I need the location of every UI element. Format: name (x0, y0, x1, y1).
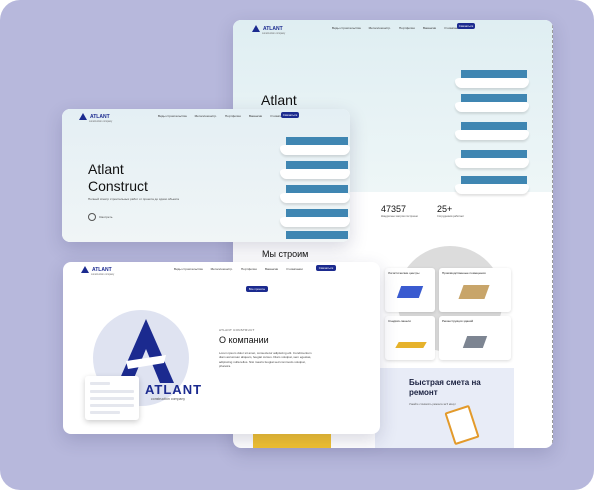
stat-label: Квадратных метров построено (381, 215, 418, 218)
brand-subtitle: construction company (151, 397, 186, 401)
stat-number: 47357 (381, 204, 407, 214)
about-paragraph: Lorem ipsum dolor sit amet, consectetur … (219, 351, 312, 369)
accent-strip (253, 432, 331, 448)
form-mockup (85, 376, 139, 420)
service-label: Сэндвич-панели (388, 319, 411, 323)
front-nav: Виды строительства Металлоконстр. Портфо… (158, 114, 287, 118)
stat-number: 25+ (437, 204, 453, 214)
nav-item[interactable]: Вакансии (249, 114, 262, 118)
factory-icon (458, 285, 490, 299)
logo-mark-icon (81, 266, 89, 273)
front-title: Atlant Construct (88, 161, 168, 195)
service-label: Производственные помещения (442, 271, 486, 275)
back-nav: Виды строительства Металлоконстр. Портфо… (332, 26, 461, 30)
contact-button[interactable]: Связаться (281, 112, 299, 118)
logo-text: ATLANT (263, 25, 283, 32)
section-heading-we-build: Мы строим (262, 249, 309, 259)
estimate-banner: Быстрая смета на ремонт Узнайте стоимост… (375, 368, 514, 448)
about-kicker: ATLANT CONSTRUCT (219, 328, 255, 332)
front-description: Полный спектр строительных работ от прое… (88, 197, 179, 201)
showcase-frame: ATLANT construction company Виды строите… (0, 0, 594, 490)
play-label[interactable]: Смотреть (99, 215, 112, 219)
estimate-title: Быстрая смета на ремонт (409, 378, 481, 397)
building-image (455, 60, 529, 194)
stat-staff: 25+ Сотрудников работает (437, 204, 464, 218)
service-card[interactable]: Производственные помещения (439, 268, 511, 312)
service-card[interactable]: Реконструкция зданий (439, 316, 511, 360)
logo-tagline: construction company (91, 273, 115, 276)
service-card[interactable]: Логистические центры (385, 268, 435, 312)
contact-button[interactable]: Связаться (457, 23, 475, 29)
logo-mark-icon (79, 113, 87, 120)
front-title-text: Atlant Construct (88, 161, 148, 194)
service-card[interactable]: Сэндвич-панели (385, 316, 435, 360)
panel-icon (395, 342, 427, 348)
building-image (280, 129, 350, 242)
estimate-subtitle: Узнайте стоимость ремонта за 5 минут (409, 403, 456, 406)
service-label: Реконструкция зданий (442, 319, 474, 323)
nav-item[interactable]: Виды строительства (174, 267, 203, 271)
logo-tagline: construction company (89, 120, 113, 123)
nav-item[interactable]: Портфолио (241, 267, 257, 271)
clipboard-icon (444, 404, 480, 446)
nav-item[interactable]: Вакансии (423, 26, 436, 30)
play-icon[interactable] (88, 213, 96, 221)
front-logo[interactable]: ATLANT construction company (79, 113, 113, 123)
all-projects-button[interactable]: Все проекты (246, 286, 268, 292)
warehouse-icon (396, 286, 424, 298)
nav-item[interactable]: Портфолио (225, 114, 241, 118)
tools-icon (462, 336, 488, 348)
nav-item[interactable]: Виды строительства (332, 26, 361, 30)
back-logo[interactable]: ATLANT construction company (252, 25, 286, 35)
nav-item[interactable]: О компании (286, 267, 303, 271)
about-page-preview: ATLANT construction company Виды строите… (63, 262, 380, 434)
about-heading: О компании (219, 335, 269, 345)
back-hero-title: Atlant (261, 92, 297, 108)
stat-area: 47357 Квадратных метров построено (381, 204, 418, 218)
nav-item[interactable]: Вакансии (265, 267, 278, 271)
logo-text: ATLANT (90, 113, 110, 120)
nav-item[interactable]: Металлоконстр. (195, 114, 217, 118)
dashed-edge (552, 20, 553, 448)
nav-item[interactable]: Портфолио (399, 26, 415, 30)
logo-tagline: construction company (262, 32, 286, 35)
service-label: Логистические центры (388, 271, 420, 275)
about-logo[interactable]: ATLANT construction company (81, 266, 115, 276)
front-page-preview: ATLANT construction company Виды строите… (62, 109, 350, 242)
atlant-logo-icon (118, 319, 174, 383)
nav-item[interactable]: Металлоконстр. (369, 26, 391, 30)
contact-button[interactable]: Связаться (316, 265, 336, 271)
logo-text: ATLANT (92, 266, 112, 273)
stat-label: Сотрудников работает (437, 215, 465, 218)
nav-item[interactable]: Виды строительства (158, 114, 187, 118)
brand-name: ATLANT (145, 382, 203, 397)
about-nav: Виды строительства Металлоконстр. Портфо… (174, 267, 303, 271)
nav-item[interactable]: Металлоконстр. (211, 267, 233, 271)
logo-mark-icon (252, 25, 260, 32)
